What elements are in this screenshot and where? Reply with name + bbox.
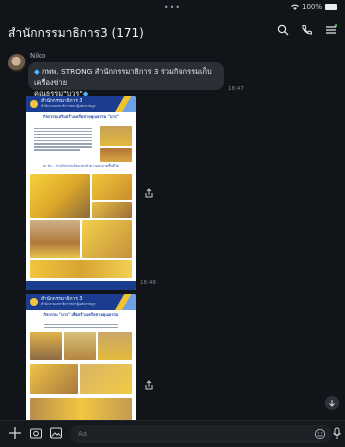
- image-message[interactable]: สำนักกรรมาธิการ 3 สำนักงานเลขาธิการสภาผู…: [26, 294, 136, 420]
- org-logo-icon: [30, 100, 38, 108]
- search-icon[interactable]: [277, 24, 289, 36]
- poster-photo: [30, 260, 132, 278]
- image-icon[interactable]: [49, 426, 63, 440]
- gem-emoji-icon: ◆: [34, 67, 40, 76]
- poster-photo: [30, 332, 62, 360]
- image-time: 18:48: [140, 280, 156, 286]
- image-message[interactable]: สำนักกรรมาธิการ 3 สำนักงานเลขาธิการสภาผู…: [26, 96, 136, 290]
- poster-footer: [26, 281, 136, 290]
- poster-photo: [98, 332, 132, 360]
- message-time: 18:47: [228, 86, 244, 92]
- message-input-box[interactable]: [70, 425, 332, 443]
- chat-title[interactable]: สำนักกรรมาธิการ3 (171): [8, 24, 144, 43]
- avatar[interactable]: [8, 54, 26, 72]
- share-icon[interactable]: [144, 188, 154, 198]
- poster-photo: [30, 398, 132, 420]
- phone-icon[interactable]: [301, 24, 313, 36]
- poster-header: สำนักกรรมาธิการ 3 สำนักงานเลขาธิการสภาผู…: [26, 294, 136, 310]
- composer-bar: [0, 420, 345, 447]
- poster-heading: กิจกรรม "บวร" เพื่อสร้างเครือข่ายคุณธรรม: [43, 312, 119, 317]
- status-right: 100%: [290, 3, 337, 11]
- poster-photo: [30, 364, 78, 394]
- chat-header: สำนักกรรมาธิการ3 (171): [0, 16, 345, 48]
- message-text-line1: กพพ. STRONG สำนักกรรมาธิการ 3 ร่วมกิจกรร…: [34, 67, 212, 87]
- poster-photo: [100, 126, 132, 146]
- poster-photo: [80, 364, 132, 394]
- plus-icon[interactable]: [8, 426, 22, 440]
- header-actions: [277, 24, 337, 36]
- wifi-icon: [290, 4, 299, 10]
- text-message-bubble[interactable]: ◆ กพพ. STRONG สำนักกรรมาธิการ 3 ร่วมกิจก…: [28, 62, 224, 98]
- sender-name: Niko: [30, 52, 46, 60]
- poster-photo: [82, 220, 132, 258]
- poster-body-text: [40, 322, 122, 330]
- status-bar: ••• 100%: [0, 0, 345, 16]
- poster-photo: [100, 148, 132, 162]
- poster-heading: กิจกรรมเสริมสร้างเครือข่ายคุณธรรม "บวร": [43, 114, 119, 119]
- poster-stripe: [110, 96, 136, 112]
- battery-icon: [325, 4, 337, 10]
- poster-stripe: [110, 294, 136, 310]
- poster-body-text: [30, 126, 96, 152]
- emoji-icon[interactable]: [314, 428, 326, 440]
- menu-icon[interactable]: [325, 24, 337, 36]
- message-list[interactable]: Niko ◆ กพพ. STRONG สำนักกรรมาธิการ 3 ร่ว…: [0, 48, 345, 420]
- battery-percent: 100%: [301, 3, 322, 11]
- arrow-down-icon: [329, 400, 335, 407]
- org-logo-icon: [30, 298, 38, 306]
- camera-icon[interactable]: [29, 426, 43, 440]
- poster-photo: [30, 220, 80, 258]
- poster-photo: [64, 332, 96, 360]
- poster-caption: ณ วัด... ร่วมกิจกรรมจิตอาสาทำความสะอาดพื…: [42, 164, 120, 168]
- poster-photo: [92, 202, 132, 218]
- share-icon[interactable]: [144, 380, 154, 390]
- message-input[interactable]: [76, 429, 240, 439]
- poster-org: สำนักกรรมาธิการ 3 สำนักงานเลขาธิการสภาผู…: [41, 99, 96, 108]
- scroll-to-bottom-button[interactable]: [325, 396, 339, 410]
- mic-icon[interactable]: [332, 427, 342, 440]
- poster-org: สำนักกรรมาธิการ 3 สำนักงานเลขาธิการสภาผู…: [41, 297, 96, 306]
- poster-photo: [92, 174, 132, 200]
- poster-photo: [30, 174, 90, 218]
- poster-header: สำนักกรรมาธิการ 3 สำนักงานเลขาธิการสภาผู…: [26, 96, 136, 112]
